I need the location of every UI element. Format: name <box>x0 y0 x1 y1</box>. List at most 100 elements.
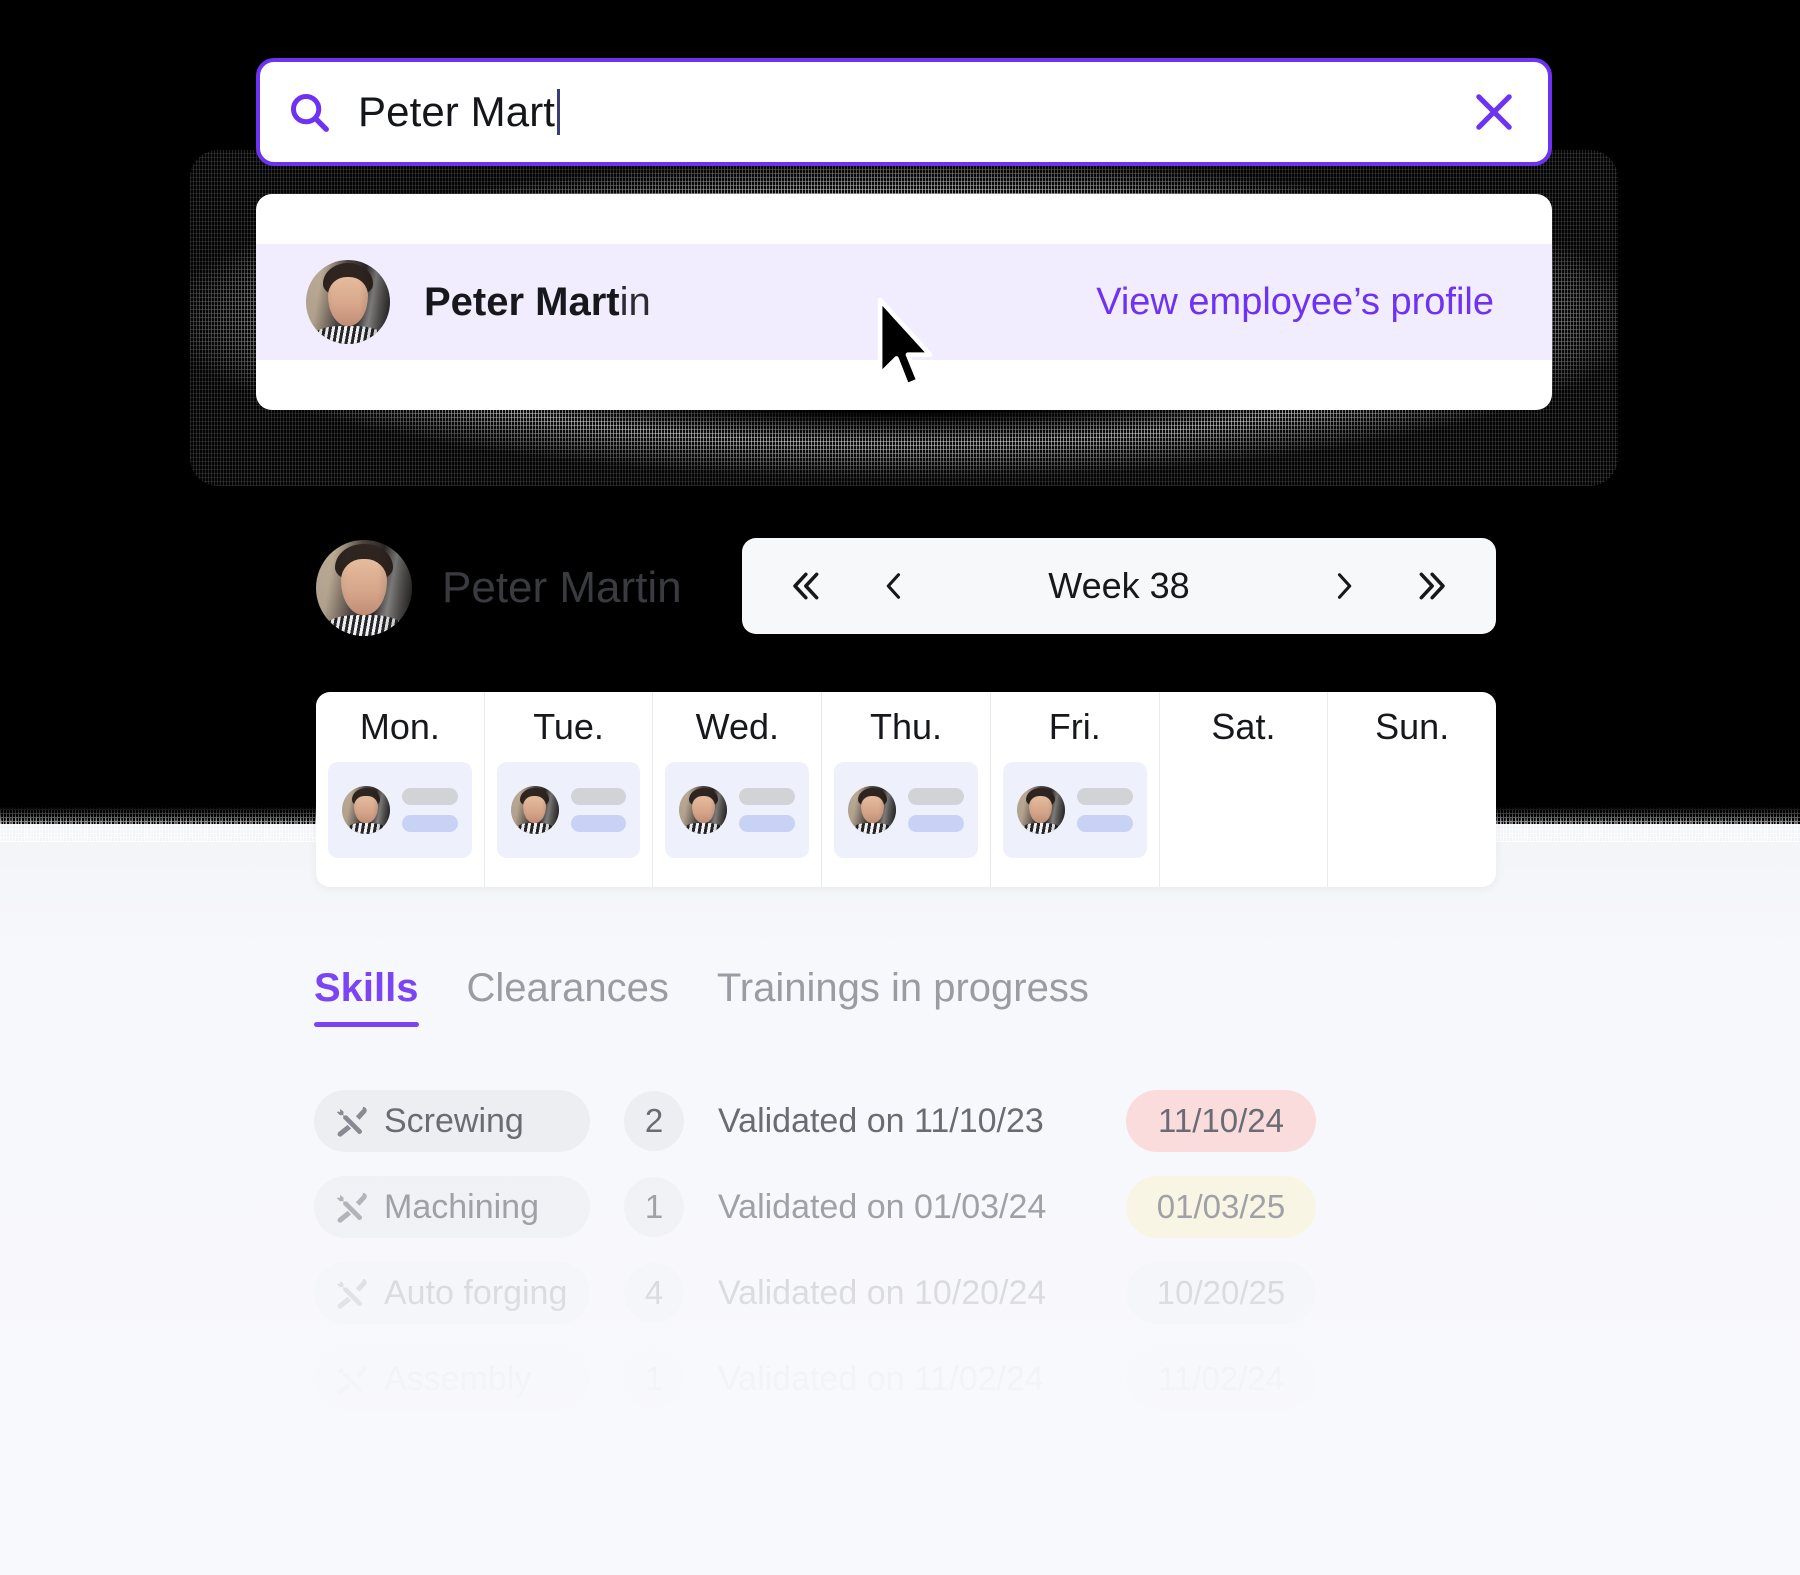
shift-placeholder-bars <box>402 788 458 832</box>
avatar <box>1016 786 1065 834</box>
chevron-left-icon[interactable] <box>876 566 912 606</box>
day-label: Tue. <box>533 706 604 747</box>
skill-expiry-badge: 11/02/24 <box>1126 1348 1316 1410</box>
skill-expiry-badge: 11/10/24 <box>1126 1090 1316 1152</box>
shift-card[interactable] <box>834 762 978 858</box>
skill-expiry-badge: 01/03/25 <box>1126 1176 1316 1238</box>
skill-row[interactable]: Screwing 2 Validated on 11/10/23 11/10/24 <box>314 1078 1534 1164</box>
day-column[interactable]: Tue. <box>485 692 654 887</box>
week-navigation: Week 38 <box>742 538 1496 634</box>
avatar <box>510 786 559 834</box>
shift-placeholder-bars <box>739 788 796 832</box>
skill-validated-date: Validated on 01/03/24 <box>718 1187 1047 1226</box>
avatar <box>848 786 897 834</box>
shift-placeholder-bars <box>908 788 964 832</box>
day-column[interactable]: Fri. <box>991 692 1160 887</box>
skill-validated-date: Validated on 10/20/24 <box>718 1273 1047 1312</box>
skill-chip[interactable]: Screwing <box>314 1090 590 1152</box>
skill-chip[interactable]: Machining <box>314 1176 590 1238</box>
shift-bar-primary <box>739 788 796 805</box>
search-input-value: Peter Mart <box>358 88 556 135</box>
shift-bar-secondary <box>739 815 796 832</box>
profile-tabs: Skills Clearances Trainings in progress <box>314 966 1089 1027</box>
search-bar[interactable]: Peter Mart <box>256 58 1552 166</box>
search-icon <box>290 93 329 132</box>
tools-icon <box>336 1192 367 1223</box>
skill-name: Auto forging <box>384 1273 568 1312</box>
day-label: Mon. <box>359 706 440 747</box>
text-caret <box>557 89 561 135</box>
day-label: Sun. <box>1375 706 1450 747</box>
day-label: Sat. <box>1211 706 1276 747</box>
chevron-double-right-icon[interactable] <box>1412 566 1454 606</box>
skill-name: Screwing <box>384 1101 524 1140</box>
skill-validated-date: Validated on 11/02/24 <box>718 1359 1044 1398</box>
skill-name: Machining <box>384 1187 539 1226</box>
day-column[interactable]: Wed. <box>653 692 823 887</box>
shift-bar-primary <box>402 788 458 805</box>
shift-bar-secondary <box>570 815 627 832</box>
day-column[interactable]: Sat. <box>1160 692 1329 887</box>
tab-trainings-in-progress[interactable]: Trainings in progress <box>717 966 1089 1027</box>
tools-icon <box>336 1364 367 1395</box>
day-column[interactable]: Thu. <box>822 692 991 887</box>
day-column[interactable]: Mon. <box>316 692 485 887</box>
search-result-name-rest: in <box>619 279 651 324</box>
shift-bar-primary <box>570 788 627 805</box>
skill-count: 1 <box>624 1349 684 1409</box>
skill-count: 4 <box>624 1263 684 1323</box>
day-label: Fri. <box>1048 706 1101 747</box>
week-schedule-table: Mon. Tue. Wed. Thu. Fri. Sat. Sun. <box>316 692 1496 887</box>
tools-icon <box>336 1278 367 1309</box>
tools-icon <box>336 1106 367 1137</box>
shift-card[interactable] <box>665 762 810 858</box>
chevron-right-icon[interactable] <box>1326 566 1362 606</box>
page-title: Peter Martin <box>442 563 682 612</box>
skill-row[interactable]: Assembly 1 Validated on 11/02/24 11/02/24 <box>314 1336 1534 1422</box>
skill-chip[interactable]: Assembly <box>314 1348 590 1410</box>
tab-skills[interactable]: Skills <box>314 966 419 1027</box>
skill-count-wrapper: 1 <box>590 1349 718 1409</box>
tab-clearances[interactable]: Clearances <box>467 966 669 1027</box>
day-label: Thu. <box>869 706 943 747</box>
shift-bar-secondary <box>402 815 458 832</box>
avatar <box>679 786 728 834</box>
shift-placeholder-bars <box>570 788 627 832</box>
skill-count: 1 <box>624 1177 684 1237</box>
search-result-name: Peter Martin <box>424 280 651 325</box>
avatar <box>342 786 390 834</box>
skill-chip[interactable]: Auto forging <box>314 1262 590 1324</box>
app-screenshot: Peter Mart Peter Martin View employee’s … <box>0 0 1800 1575</box>
search-input[interactable]: Peter Mart <box>358 88 1468 136</box>
shift-placeholder-bars <box>1076 788 1133 832</box>
shift-bar-primary <box>908 788 964 805</box>
view-employee-profile-link[interactable]: View employee’s profile <box>1096 281 1494 324</box>
skill-count-wrapper: 4 <box>590 1263 718 1323</box>
chevron-double-left-icon[interactable] <box>784 566 826 606</box>
skill-row[interactable]: Machining 1 Validated on 01/03/24 01/03/25 <box>314 1164 1534 1250</box>
shift-bar-secondary <box>1076 815 1133 832</box>
avatar <box>306 260 390 344</box>
close-x-icon[interactable] <box>1468 86 1520 138</box>
day-column[interactable]: Sun. <box>1328 692 1496 887</box>
avatar <box>316 540 412 636</box>
skills-list: Screwing 2 Validated on 11/10/23 11/10/24 Ma… <box>314 1078 1534 1422</box>
employee-profile-header: Peter Martin <box>316 540 682 636</box>
skill-row[interactable]: Auto forging 4 Validated on 10/20/24 10/20/… <box>314 1250 1534 1336</box>
skill-validated-date: Validated on 11/10/23 <box>718 1101 1044 1140</box>
skill-count-wrapper: 2 <box>590 1091 718 1151</box>
shift-card[interactable] <box>328 762 472 858</box>
skill-expiry-badge: 10/20/25 <box>1126 1262 1316 1324</box>
search-results-dropdown: Peter Martin View employee’s profile <box>256 194 1552 410</box>
search-result-name-match: Peter Mart <box>424 279 620 324</box>
skill-count: 2 <box>624 1091 684 1151</box>
skill-name: Assembly <box>384 1359 532 1398</box>
day-label: Wed. <box>695 706 779 747</box>
shift-bar-secondary <box>908 815 964 832</box>
search-result-row[interactable]: Peter Martin View employee’s profile <box>256 244 1552 360</box>
week-label: Week 38 <box>1048 565 1190 606</box>
shift-card[interactable] <box>1002 762 1147 858</box>
shift-bar-primary <box>1076 788 1133 805</box>
skill-count-wrapper: 1 <box>590 1177 718 1237</box>
shift-card[interactable] <box>496 762 641 858</box>
